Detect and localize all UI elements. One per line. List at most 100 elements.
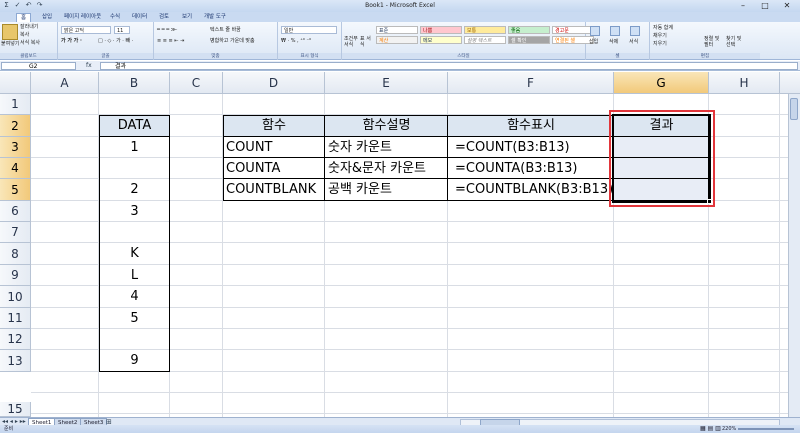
- data-cell-b9[interactable]: L: [99, 265, 170, 286]
- row-header-13[interactable]: 13: [0, 350, 31, 372]
- tab-developer[interactable]: 개발 도구: [200, 13, 230, 22]
- function-formula-cell[interactable]: =COUNTBLANK(B3:B13): [455, 179, 613, 201]
- name-box[interactable]: G2: [1, 62, 76, 70]
- bold-icon[interactable]: 가 가 가 ·: [61, 37, 82, 45]
- insert-cells-icon[interactable]: [590, 26, 600, 36]
- insert-button[interactable]: 삽입: [589, 38, 598, 46]
- paste-button[interactable]: 붙여넣기: [1, 40, 19, 48]
- row-header-12[interactable]: 12: [0, 329, 31, 350]
- align-top-icon[interactable]: ═ ═ ═ ≫·: [157, 26, 178, 34]
- table-format-button[interactable]: 표 서식: [360, 36, 374, 48]
- tab-formulas[interactable]: 수식: [106, 13, 124, 22]
- style-normal[interactable]: 표준: [376, 26, 418, 34]
- column-header-b[interactable]: B: [99, 72, 170, 94]
- column-header-g[interactable]: G: [614, 72, 709, 94]
- format-painter-button[interactable]: 서식 복사: [20, 39, 40, 47]
- currency-icon[interactable]: ₩ · % , ⁺⁰ ⁻⁰: [281, 37, 311, 45]
- tab-view[interactable]: 보기: [178, 13, 196, 22]
- function-name-cell[interactable]: COUNTBLANK: [226, 179, 324, 201]
- maximize-button[interactable]: □: [754, 0, 776, 11]
- font-name-select[interactable]: 맑은 고딕: [61, 26, 111, 34]
- data-cell-b3[interactable]: 1: [99, 137, 170, 158]
- align-left-icon[interactable]: ≡ ≡ ≡ ⇤ ⇥: [157, 37, 184, 45]
- delete-button[interactable]: 삭제: [609, 38, 618, 46]
- row-header-10[interactable]: 10: [0, 286, 31, 308]
- zoom-slider[interactable]: [738, 428, 794, 430]
- data-cell-b4[interactable]: [99, 158, 170, 179]
- minimize-button[interactable]: –: [732, 0, 754, 11]
- scrollbar-thumb[interactable]: [790, 98, 798, 120]
- data-cell-b7[interactable]: [99, 222, 170, 243]
- format-cells-icon[interactable]: [630, 26, 640, 36]
- copy-button[interactable]: 복사: [20, 31, 29, 39]
- fill-button[interactable]: 채우기: [653, 32, 667, 40]
- row-header-6[interactable]: 6: [0, 201, 31, 222]
- data-cell-b10[interactable]: 4: [99, 286, 170, 308]
- data-cell-b12[interactable]: [99, 329, 170, 350]
- function-formula-cell[interactable]: =COUNT(B3:B13): [455, 137, 613, 158]
- function-header-description[interactable]: 함수설명: [325, 115, 448, 137]
- data-cell-b8[interactable]: K: [99, 243, 170, 265]
- function-name-cell[interactable]: COUNTA: [226, 158, 324, 179]
- row-header-8[interactable]: 8: [0, 243, 31, 265]
- close-button[interactable]: ✕: [776, 0, 798, 11]
- column-header-f[interactable]: F: [448, 72, 614, 94]
- sort-filter-button[interactable]: 정렬 및 필터: [704, 36, 724, 48]
- tab-home[interactable]: 홈: [16, 13, 32, 22]
- style-calculation[interactable]: 계산: [376, 36, 418, 44]
- vertical-scrollbar[interactable]: [788, 94, 800, 417]
- column-header-a[interactable]: A: [31, 72, 99, 94]
- column-header-c[interactable]: C: [170, 72, 223, 94]
- row-header-5[interactable]: 5: [0, 179, 31, 201]
- delete-cells-icon[interactable]: [610, 26, 620, 36]
- autosum-button[interactable]: 자동 합계: [653, 24, 673, 32]
- tab-review[interactable]: 검토: [155, 13, 173, 22]
- style-explanatory[interactable]: 설명 텍스트: [464, 36, 506, 44]
- merge-center-button[interactable]: 병합하고 가운데 맞춤: [210, 37, 255, 45]
- column-header-e[interactable]: E: [325, 72, 448, 94]
- data-cell-b13[interactable]: 9: [99, 350, 170, 372]
- tab-insert[interactable]: 삽입: [38, 13, 56, 22]
- style-bad[interactable]: 나쁨: [420, 26, 462, 34]
- conditional-format-button[interactable]: 조건부 서식: [344, 36, 358, 48]
- row-header-11[interactable]: 11: [0, 308, 31, 329]
- style-check-cell[interactable]: 셀 확인: [508, 36, 550, 44]
- data-cell-b6[interactable]: 3: [99, 201, 170, 222]
- function-description-cell[interactable]: 숫자 카운트: [328, 137, 447, 158]
- wrap-text-button[interactable]: 텍스트 줄 바꿈: [210, 26, 241, 34]
- select-all-corner[interactable]: [0, 72, 31, 94]
- formula-input[interactable]: 결과: [100, 62, 798, 70]
- row-header-3[interactable]: 3: [0, 137, 31, 158]
- row-header-4[interactable]: 4: [0, 158, 31, 179]
- function-formula-cell[interactable]: =COUNTA(B3:B13): [455, 158, 613, 179]
- tab-page-layout[interactable]: 페이지 레이아웃: [60, 13, 105, 22]
- row-header-15[interactable]: 15: [0, 402, 31, 417]
- number-format-select[interactable]: 일반: [281, 26, 337, 34]
- function-description-cell[interactable]: 공백 카운트: [328, 179, 447, 201]
- data-cell-b11[interactable]: 5: [99, 308, 170, 329]
- column-header-h[interactable]: H: [709, 72, 780, 94]
- view-buttons-icon[interactable]: ▦ ▤ ▥: [700, 425, 721, 433]
- style-note[interactable]: 메모: [420, 36, 462, 44]
- format-button[interactable]: 서식: [629, 38, 638, 46]
- row-header-7[interactable]: 7: [0, 222, 31, 243]
- style-good[interactable]: 좋음: [508, 26, 550, 34]
- style-neutral[interactable]: 보통: [464, 26, 506, 34]
- row-header-9[interactable]: 9: [0, 265, 31, 286]
- clear-button[interactable]: 지우기: [653, 40, 667, 48]
- row-header-2[interactable]: 2: [0, 115, 31, 137]
- function-description-cell[interactable]: 숫자&문자 카운트: [328, 158, 447, 179]
- zoom-level[interactable]: 220%: [722, 425, 736, 433]
- function-header-name[interactable]: 함수: [223, 115, 325, 137]
- tab-data[interactable]: 데이터: [128, 13, 151, 22]
- cut-button[interactable]: 잘라내기: [20, 23, 38, 31]
- function-name-cell[interactable]: COUNT: [226, 137, 324, 158]
- font-size-select[interactable]: 11: [114, 26, 130, 34]
- data-header[interactable]: DATA: [99, 115, 170, 137]
- data-cell-b5[interactable]: 2: [99, 179, 170, 201]
- column-header-d[interactable]: D: [223, 72, 325, 94]
- function-header-formula[interactable]: 함수표시: [448, 115, 614, 137]
- fill-color-icon[interactable]: □ · ◇ · 가 · 빼 ·: [98, 37, 133, 45]
- paste-icon[interactable]: [2, 24, 18, 40]
- fx-icon[interactable]: fx: [86, 61, 92, 71]
